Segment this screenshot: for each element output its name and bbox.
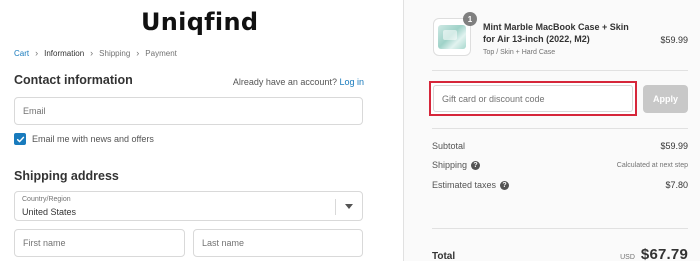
currency-code: USD [620, 254, 635, 261]
email-field-wrapper [14, 97, 363, 125]
shipping-section-title: Shipping address [14, 169, 119, 183]
chevron-right-icon: › [90, 48, 94, 58]
newsletter-option[interactable]: Email me with news and offers [14, 133, 154, 145]
order-summary: 1 Mint Marble MacBook Case + Skin for Ai… [403, 0, 700, 261]
shipping-label-wrapper: Shipping? [432, 160, 481, 171]
country-select-value[interactable]: United States [22, 207, 76, 217]
store-logo[interactable]: Uniqfind [141, 8, 258, 36]
newsletter-checkbox[interactable] [14, 133, 26, 145]
email-input[interactable] [15, 98, 362, 124]
quantity-badge: 1 [463, 12, 477, 26]
last-name-field-wrapper [193, 229, 363, 257]
total-row: Total USD $67.79 [432, 246, 688, 261]
divider [432, 228, 688, 229]
taxes-value: $7.80 [665, 180, 688, 191]
discount-field-wrapper [433, 85, 633, 112]
login-prompt-text: Already have an account? [232, 77, 337, 87]
apply-discount-button[interactable]: Apply [643, 85, 688, 113]
shipping-value: Calculated at next step [616, 161, 688, 169]
divider [432, 128, 688, 129]
subtotal-value: $59.99 [660, 141, 688, 151]
breadcrumb-information: Information [44, 48, 85, 58]
login-link[interactable]: Log in [339, 77, 364, 87]
select-divider [335, 199, 336, 215]
breadcrumb-shipping: Shipping [99, 48, 131, 58]
question-circle-icon[interactable]: ? [471, 161, 481, 171]
newsletter-label[interactable]: Email me with news and offers [32, 134, 154, 144]
first-name-input[interactable] [15, 230, 184, 256]
chevron-right-icon: › [35, 48, 39, 58]
last-name-input[interactable] [194, 230, 362, 256]
discount-code-input[interactable] [434, 86, 632, 111]
product-thumbnail: 1 [433, 12, 477, 56]
taxes-label-wrapper: Estimated taxes? [432, 180, 510, 191]
subtotal-label: Subtotal [432, 141, 466, 151]
checkout-main: Uniqfind Cart › Information › Shipping ›… [0, 0, 403, 261]
country-select-label: Country/Region [22, 196, 71, 203]
product-price: $59.99 [660, 35, 688, 45]
question-circle-icon[interactable]: ? [500, 181, 510, 191]
product-image [438, 25, 466, 49]
total-amount: $67.79 [640, 246, 688, 261]
shipping-row: Shipping? Calculated at next step [432, 160, 688, 171]
total-label: Total [432, 251, 456, 261]
first-name-field-wrapper [14, 229, 185, 257]
discount-field-highlight [429, 81, 637, 116]
subtotal-row: Subtotal $59.99 [432, 141, 688, 151]
country-select[interactable]: Country/Region United States [14, 191, 363, 221]
total-amount-wrapper: USD $67.79 [620, 246, 688, 261]
chevron-right-icon: › [136, 48, 140, 58]
contact-section-title: Contact information [14, 73, 133, 87]
product-variant: Top / Skin + Hard Case [483, 49, 556, 56]
taxes-label: Estimated taxes [432, 180, 497, 190]
divider [432, 70, 688, 71]
taxes-row: Estimated taxes? $7.80 [432, 180, 688, 191]
breadcrumb-payment: Payment [145, 48, 177, 58]
login-prompt: Already have an account? Log in [233, 77, 364, 87]
breadcrumb: Cart › Information › Shipping › Payment [14, 48, 177, 58]
breadcrumb-cart[interactable]: Cart [14, 49, 29, 58]
chevron-down-icon[interactable] [345, 204, 353, 209]
product-name: Mint Marble MacBook Case + Skin for Air … [483, 22, 629, 44]
shipping-label: Shipping [432, 160, 468, 170]
checkmark-icon [16, 136, 24, 142]
